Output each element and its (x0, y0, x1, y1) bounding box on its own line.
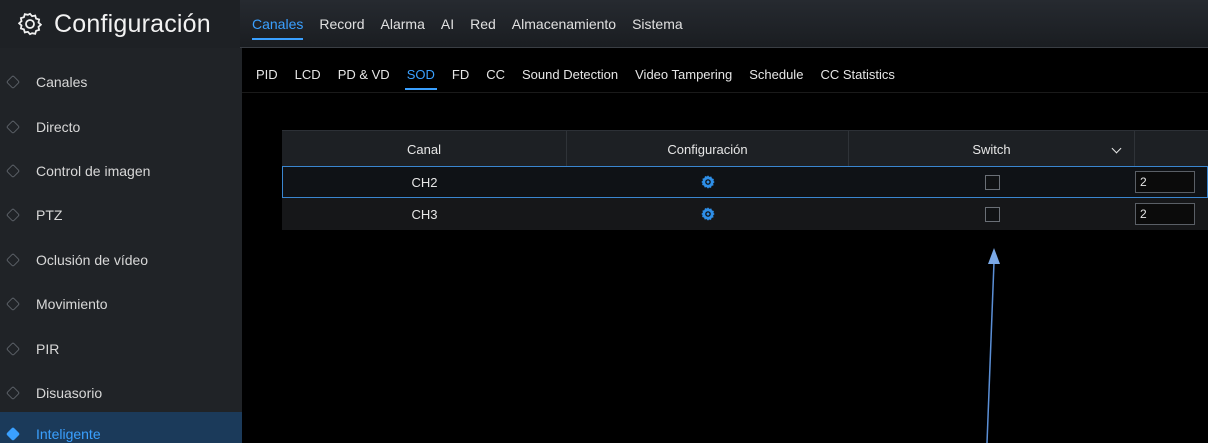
channel-cell: CH2 (411, 174, 438, 190)
sidebar-item[interactable]: PIR (0, 327, 242, 371)
diamond-icon (5, 296, 21, 312)
subtab[interactable]: LCD (295, 60, 321, 92)
tab-sistema[interactable]: Sistema (632, 0, 683, 48)
sidebar-item-label: Canales (36, 74, 88, 90)
sidebar: Canales Directo Control de imagen PTZ Oclusi… (0, 48, 242, 443)
main-tabs: Canales Record Alarma AI Red Almacenamiento Si… (244, 0, 691, 48)
sidebar-item-label: PTZ (36, 207, 63, 223)
tab-red[interactable]: Red (470, 0, 496, 48)
sidebar-item[interactable]: PTZ (0, 193, 242, 237)
subtab[interactable]: PID (256, 60, 278, 92)
value-input[interactable] (1135, 203, 1195, 225)
subtab[interactable]: Schedule (749, 60, 803, 92)
value-cell (1135, 166, 1208, 198)
sidebar-item[interactable]: Directo (0, 105, 242, 149)
sidebar-item[interactable]: Oclusión de vídeo (0, 238, 242, 282)
tab-record[interactable]: Record (319, 0, 364, 48)
channel-cell: CH3 (411, 206, 438, 222)
sidebar-item[interactable]: Control de imagen (0, 149, 242, 193)
table-body: CH2 CH3 (282, 166, 1208, 230)
gear-icon[interactable] (700, 174, 716, 190)
tab-ai[interactable]: AI (441, 0, 454, 48)
diamond-icon (5, 74, 21, 90)
sidebar-item-label: Disuasorio (36, 385, 103, 401)
tab-alarma[interactable]: Alarma (381, 0, 425, 48)
top-bar: Configuración Canales Record Alarma AI Red Al… (0, 0, 1208, 48)
subtab[interactable]: Sound Detection (522, 60, 618, 92)
page-title: Configuración (54, 9, 211, 38)
sidebar-item[interactable]: Disuasorio (0, 371, 242, 415)
arrow-head (988, 248, 1000, 264)
diamond-icon (5, 119, 21, 135)
column-header-channel: Canal (282, 131, 567, 167)
sidebar-item-label: Oclusión de vídeo (36, 252, 149, 268)
switch-cell (849, 166, 1135, 198)
table-row[interactable]: CH2 (282, 166, 1208, 198)
switch-cell (849, 198, 1135, 230)
gear-icon[interactable] (700, 206, 716, 222)
sidebar-item-label: Control de imagen (36, 163, 151, 179)
value-cell (1135, 198, 1208, 230)
diamond-icon (5, 252, 21, 268)
diamond-icon (5, 207, 21, 223)
channel-table: Canal Configuración Switch CH2 CH3 (282, 130, 1208, 230)
sub-tabs: PID LCD PD & VD SOD FD CC Sound Detection Video… (242, 60, 1208, 92)
subtab[interactable]: CC (486, 60, 505, 92)
sidebar-item[interactable]: Inteligente (0, 412, 242, 443)
tab-almacenamiento[interactable]: Almacenamiento (512, 0, 616, 48)
column-header-switch[interactable]: Switch (849, 131, 1135, 167)
gear-icon (18, 12, 42, 36)
switch-checkbox[interactable] (984, 174, 1000, 190)
table-row[interactable]: CH3 (282, 198, 1208, 230)
arrow-shaft (986, 261, 995, 443)
diamond-icon (5, 426, 21, 442)
sidebar-item-label: Directo (36, 119, 81, 135)
sidebar-item-label: Movimiento (36, 296, 108, 312)
config-cell (567, 166, 849, 198)
sidebar-item-label: PIR (36, 341, 60, 357)
switch-checkbox[interactable] (984, 206, 1000, 222)
subtab[interactable]: SOD (404, 60, 438, 92)
chevron-down-icon[interactable] (1111, 143, 1122, 154)
column-header-config: Configuración (567, 131, 849, 167)
switch-header-label: Switch (972, 141, 1011, 157)
table-header: Canal Configuración Switch (282, 130, 1208, 167)
diamond-icon (5, 341, 21, 357)
subtab[interactable]: PD & VD (338, 60, 390, 92)
value-input[interactable] (1135, 171, 1195, 193)
diamond-icon (5, 163, 21, 179)
subtab[interactable]: Video Tampering (635, 60, 732, 92)
column-header-extra (1135, 131, 1208, 167)
sidebar-item[interactable]: Movimiento (0, 282, 242, 326)
subtab[interactable]: FD (452, 60, 469, 92)
subtab[interactable]: CC Statistics (820, 60, 894, 92)
sidebar-item[interactable]: Canales (0, 60, 242, 104)
diamond-icon (5, 385, 21, 401)
sidebar-item-label: Inteligente (36, 426, 101, 442)
brand: Configuración (0, 0, 240, 48)
config-cell (567, 198, 849, 230)
tab-canales[interactable]: Canales (252, 0, 304, 48)
divider (242, 92, 1208, 93)
